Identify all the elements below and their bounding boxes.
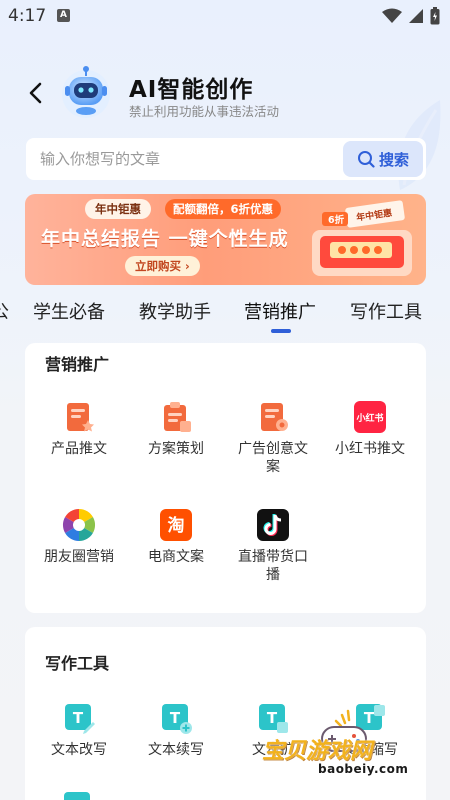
status-time: 4:17 (8, 6, 47, 26)
robot-mascot-icon (62, 66, 110, 118)
section-title: 写作工具 (45, 654, 110, 673)
plan-doc-icon (164, 402, 191, 432)
section-title: 营销推广 (45, 355, 110, 374)
tool-ecommerce[interactable]: 淘 电商文案 (128, 508, 224, 566)
banner-offer-tag: 配额翻倍，6折优惠 (165, 199, 282, 219)
xiaohongshu-logo-text: 小红书 (355, 412, 383, 424)
xiaohongshu-icon: 小红书 (354, 401, 386, 433)
tab-teaching[interactable]: 教学助手 (139, 298, 211, 324)
battery-icon (430, 7, 440, 25)
taobao-icon: 淘 (160, 509, 192, 541)
tab-writing-tools[interactable]: 写作工具 (350, 298, 422, 324)
tool-label: 电商文案 (148, 549, 204, 565)
search-bar: 搜索 (26, 138, 426, 180)
status-icons (382, 7, 440, 25)
search-button[interactable]: 搜索 (343, 141, 423, 177)
page-title: AI智能创作 (129, 77, 254, 103)
discount-badge-text: 6折 (328, 214, 345, 226)
tool-label: 朋友圈营销 (44, 549, 114, 565)
tool-label: 小红书推文 (335, 441, 405, 457)
tool-xiaohongshu[interactable]: 小红书 小红书推文 (322, 400, 418, 458)
tab-student[interactable]: 学生必备 (33, 298, 105, 324)
svg-text:T: T (267, 709, 278, 727)
search-button-label: 搜索 (378, 150, 409, 169)
buy-now-label: 立即购买 (135, 259, 181, 273)
tool-label: 文本改写 (51, 742, 107, 758)
search-icon (357, 151, 375, 168)
category-tabs: 公 学生必备 教学助手 营销推广 写作工具 (0, 296, 450, 336)
tool-label: 方案策划 (148, 441, 204, 457)
svg-text:T: T (170, 709, 181, 727)
tool-label: 直播带货口播 (238, 549, 308, 583)
tab-office[interactable]: 公 (0, 298, 9, 324)
tool-moments[interactable]: 朋友圈营销 (31, 508, 127, 566)
tool-label: 文本续写 (148, 742, 204, 758)
tab-marketing[interactable]: 营销推广 (244, 298, 316, 324)
banner-tag: 年中钜惠 (85, 199, 151, 219)
watermark-text: 宝贝游戏网 (262, 739, 373, 764)
active-tab-indicator (271, 329, 291, 333)
text-edit-icon: T (65, 704, 95, 734)
tool-ad-copy[interactable]: 广告创意文案 (225, 400, 321, 476)
tool-continue[interactable]: T 文本续写 (128, 701, 224, 759)
ad-doc-icon (261, 403, 288, 431)
signal-icon (409, 9, 423, 23)
page-subtitle: 禁止利用功能从事违法活动 (129, 104, 280, 119)
wifi-icon (382, 8, 402, 23)
banner-headline: 年中总结报告 一键个性生成 (41, 228, 289, 250)
text-continue-icon: T (162, 704, 192, 734)
marketing-card: 营销推广 产品推文 方案策划 广告创意文案 小红书 小红书推文 朋友圈营销 淘 … (25, 343, 426, 613)
tiktok-icon (257, 509, 289, 541)
tool-plan[interactable]: 方案策划 (128, 400, 224, 458)
text-tool-icon (64, 792, 90, 800)
status-bar: 4:17 A (0, 0, 450, 32)
promo-banner[interactable]: 年中钜惠 配额翻倍，6折优惠 年中总结报告 一键个性生成 立即购买 › 年中钜惠… (25, 194, 426, 285)
moments-aperture-icon (62, 508, 96, 542)
printer-illustration-icon: 年中钜惠 6折 (312, 200, 412, 276)
tool-livestream[interactable]: 直播带货口播 (225, 508, 321, 584)
svg-text:T: T (73, 709, 84, 727)
tool-label: 广告创意文案 (238, 441, 308, 475)
notification-icon: A (57, 9, 70, 22)
watermark-url: baobeiy.com (318, 762, 409, 776)
search-input[interactable] (40, 138, 340, 180)
back-arrow-icon[interactable] (22, 78, 50, 108)
product-doc-icon (67, 403, 94, 432)
tool-rewrite[interactable]: T 文本改写 (31, 701, 127, 759)
taobao-logo-text: 淘 (168, 515, 185, 536)
tool-label: 产品推文 (51, 441, 107, 457)
tool-product-post[interactable]: 产品推文 (31, 400, 127, 458)
buy-now-button[interactable]: 立即购买 › (125, 256, 200, 276)
text-expand-icon: T (259, 704, 288, 733)
